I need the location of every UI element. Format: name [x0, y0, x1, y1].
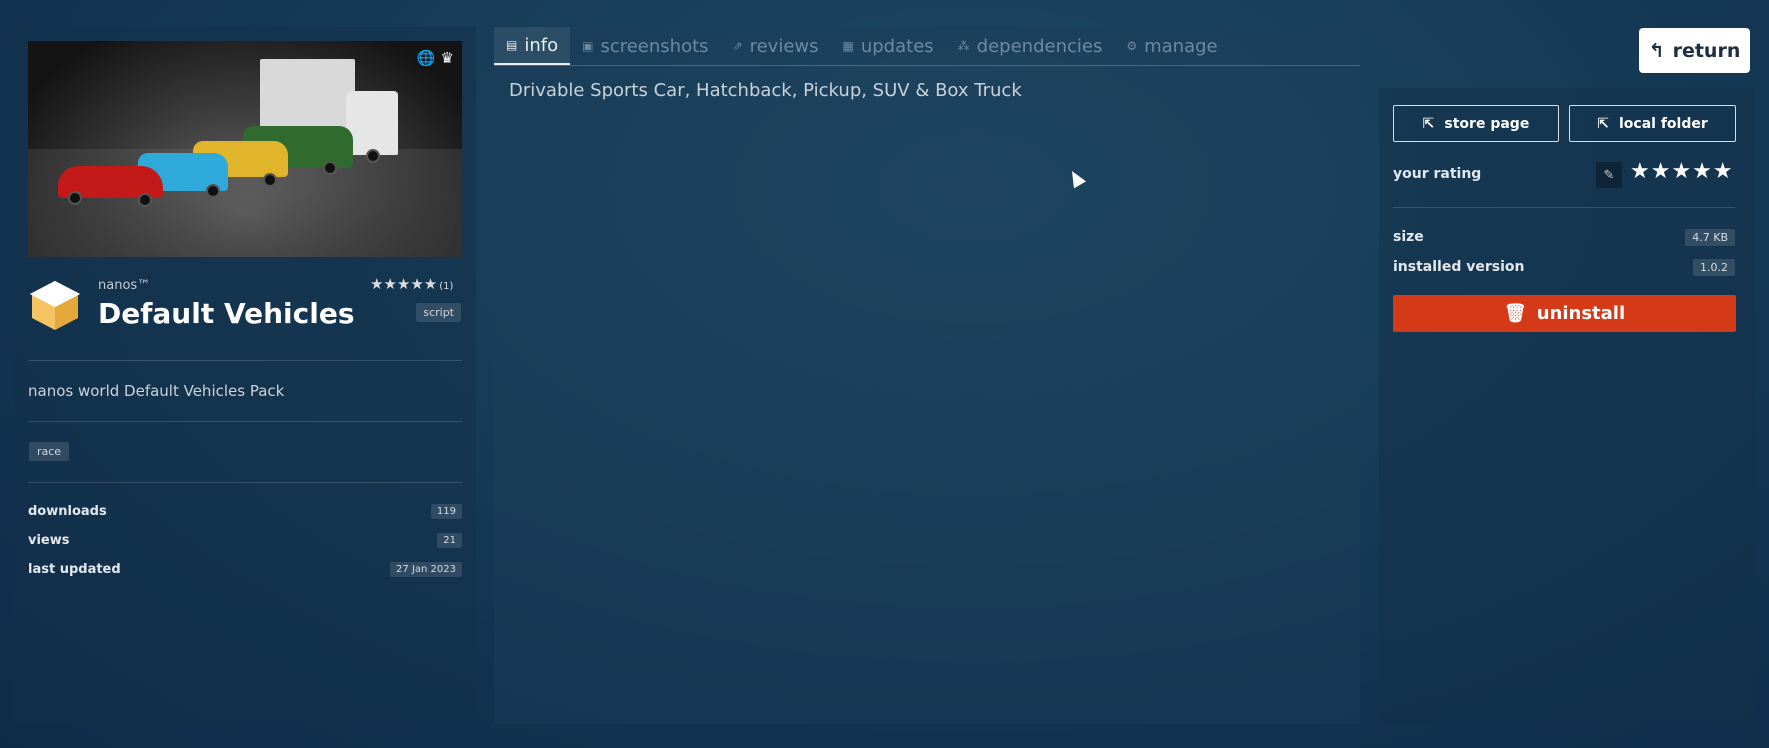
wheel-shape	[323, 161, 337, 175]
uninstall-button[interactable]: 🗑 uninstall	[1393, 295, 1736, 332]
tab-label: dependencies	[976, 35, 1103, 57]
document-icon: ▤	[506, 38, 518, 52]
tab-label: manage	[1144, 35, 1218, 57]
return-button[interactable]: ↰ return	[1639, 28, 1750, 73]
store-page-button[interactable]: ⇱ store page	[1393, 105, 1559, 142]
content-panel	[494, 27, 1360, 724]
star-rating-icons: ★★★★★	[370, 275, 438, 293]
installed-version-value: 1.0.2	[1693, 258, 1735, 276]
stat-label: views	[28, 532, 70, 548]
package-rating: ★★★★★ (1)	[370, 275, 453, 293]
wheel-shape	[263, 173, 277, 187]
tab-label: reviews	[749, 35, 819, 57]
stat-label: last updated	[28, 561, 121, 577]
rating-count: (1)	[439, 281, 454, 292]
return-label: return	[1672, 39, 1741, 62]
divider	[1393, 207, 1735, 208]
truck-cab-shape	[346, 91, 398, 155]
stat-value: 21	[437, 532, 462, 548]
return-arrow-icon: ↰	[1648, 39, 1665, 62]
package-description: nanos world Default Vehicles Pack	[28, 382, 285, 400]
size-row: size 4.7 KB	[1393, 226, 1735, 248]
installed-version-row: installed version 1.0.2	[1393, 256, 1735, 278]
package-title: Default Vehicles	[98, 297, 355, 330]
divider	[28, 482, 462, 483]
installed-version-label: installed version	[1393, 259, 1525, 275]
copy-icon: ▦	[842, 39, 854, 53]
wheel-shape	[366, 149, 380, 163]
tab-info[interactable]: ▤ info	[494, 27, 571, 65]
tab-screenshots[interactable]: ▣ screenshots	[570, 27, 720, 65]
trash-icon: 🗑	[1503, 303, 1527, 324]
local-folder-button[interactable]: ⇱ local folder	[1569, 105, 1736, 142]
divider	[28, 421, 462, 422]
wheel-shape	[138, 193, 152, 207]
tab-reviews[interactable]: ⇗ reviews	[721, 27, 831, 65]
uninstall-label: uninstall	[1536, 303, 1626, 324]
tab-bar: ▤ info ▣ screenshots ⇗ reviews ▦ updates…	[494, 27, 1230, 65]
stat-value: 119	[430, 503, 462, 519]
stat-label: downloads	[28, 503, 107, 519]
tab-label: updates	[860, 35, 934, 57]
image-icon: ▣	[582, 39, 594, 53]
tab-label: screenshots	[600, 35, 709, 57]
wheel-shape	[68, 191, 82, 205]
divider	[28, 360, 462, 361]
package-cube-icon	[28, 278, 82, 332]
external-link-icon: ⇱	[1422, 115, 1435, 132]
tab-label: info	[524, 34, 559, 56]
tag-badge[interactable]: race	[29, 442, 70, 461]
nodes-icon: ⁂	[957, 39, 970, 53]
your-rating-stars[interactable]: ★★★★★	[1630, 159, 1734, 184]
stat-row-downloads: downloads 119	[28, 501, 462, 521]
your-rating-label: your rating	[1393, 166, 1482, 182]
store-page-label: store page	[1444, 115, 1530, 132]
wheel-shape	[206, 184, 220, 198]
cover-badges: 🌐 ♛	[417, 49, 454, 67]
stat-value: 27 Jan 2023	[390, 561, 462, 577]
share-icon: ⇗	[732, 39, 743, 53]
package-author[interactable]: nanos™	[98, 278, 150, 293]
stat-row-last-updated: last updated 27 Jan 2023	[28, 559, 462, 579]
crown-icon: ♛	[440, 49, 454, 67]
info-content-text: Drivable Sports Car, Hatchback, Pickup, …	[509, 80, 1022, 101]
size-value: 4.7 KB	[1685, 228, 1735, 246]
tabs-underline	[494, 65, 1360, 66]
gear-icon: ⚙	[1126, 39, 1138, 53]
globe-icon: 🌐	[416, 49, 436, 67]
package-type-badge: script	[416, 303, 461, 322]
tab-dependencies[interactable]: ⁂ dependencies	[946, 27, 1115, 65]
external-link-icon: ⇱	[1597, 115, 1609, 132]
package-cover-image: 🌐 ♛	[28, 41, 462, 257]
tab-updates[interactable]: ▦ updates	[831, 27, 946, 65]
edit-review-icon[interactable]: ✎	[1596, 162, 1622, 188]
local-folder-label: local folder	[1618, 115, 1708, 132]
stat-row-views: views 21	[28, 530, 462, 550]
size-label: size	[1393, 229, 1424, 245]
tab-manage[interactable]: ⚙ manage	[1114, 27, 1229, 65]
